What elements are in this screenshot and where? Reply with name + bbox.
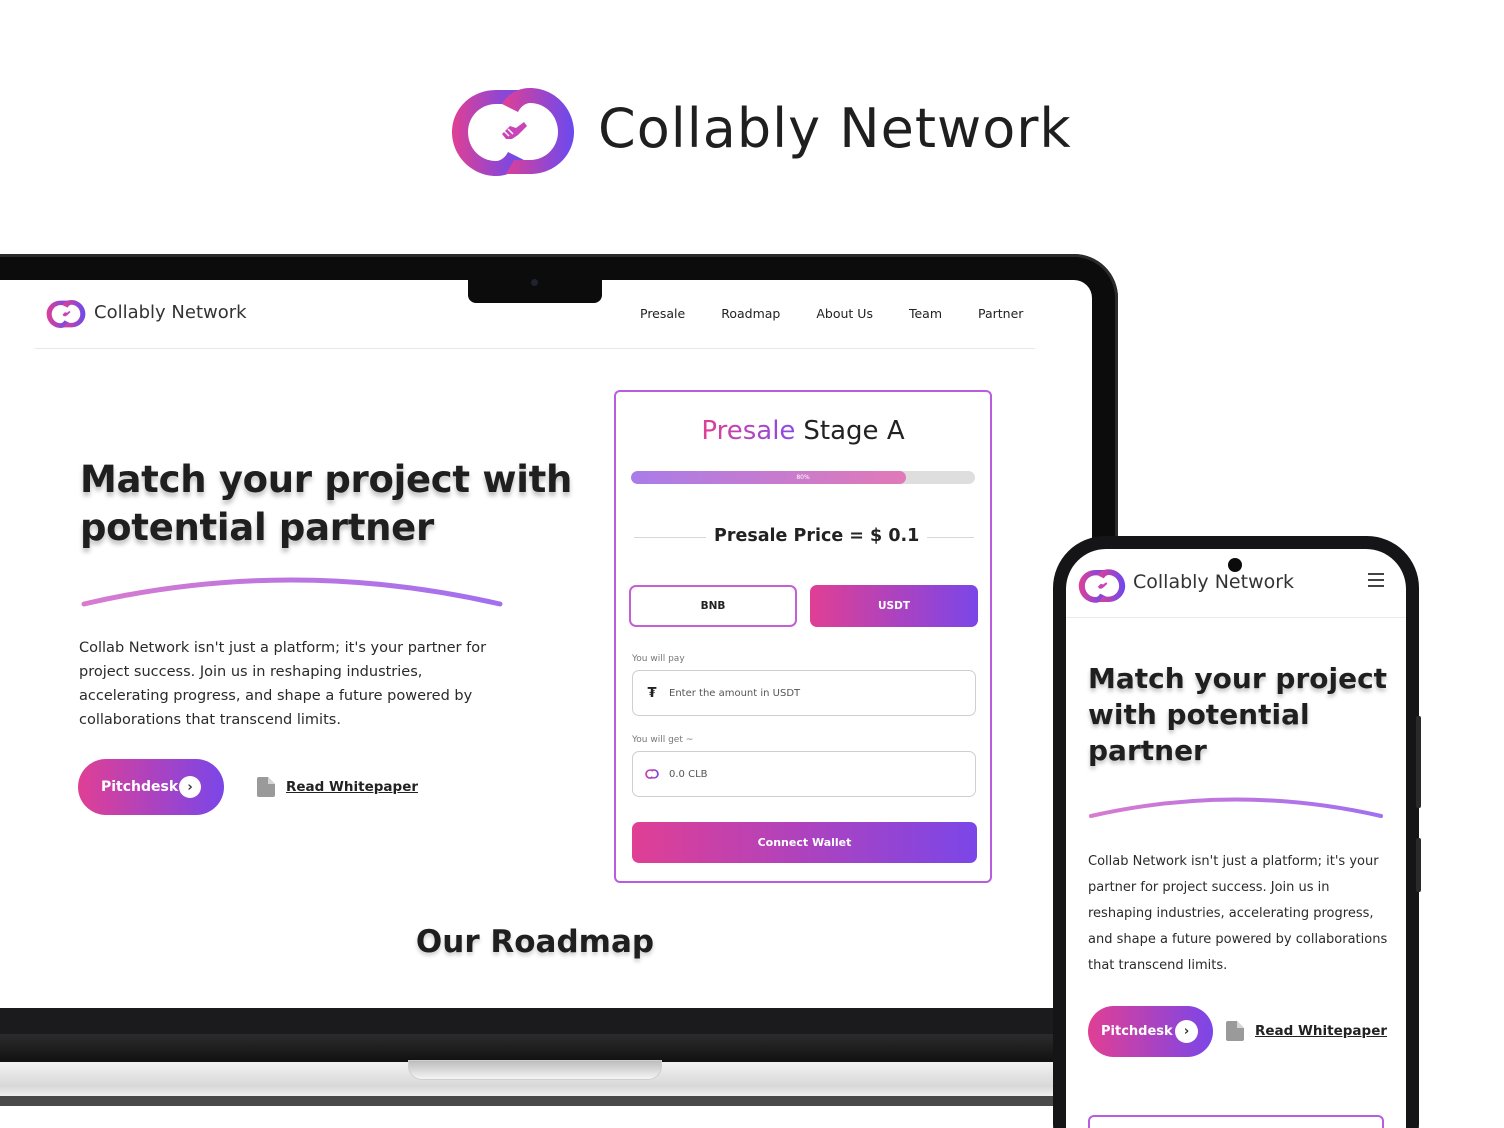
pay-amount-placeholder: Enter the amount in USDT xyxy=(669,687,801,699)
nav-links: Presale Roadmap About Us Team Partner xyxy=(640,306,1059,321)
mobile-hero-underline-arc xyxy=(1089,797,1383,818)
presale-title-stage: Stage A xyxy=(803,416,905,446)
mobile-nav-divider xyxy=(1066,617,1406,618)
token-bnb-button[interactable]: BNB xyxy=(629,585,797,627)
get-amount-value: 0.0 CLB xyxy=(669,768,708,780)
presale-progress-label: 80% xyxy=(796,474,810,481)
hamburger-menu-icon[interactable] xyxy=(1368,573,1384,587)
document-icon xyxy=(257,777,275,797)
mobile-hero-title: Match your project with potential partne… xyxy=(1088,662,1388,767)
laptop-camera xyxy=(531,279,538,286)
nav-logo-text[interactable]: Collably Network xyxy=(94,302,247,323)
tether-icon: ₮ xyxy=(647,685,657,701)
pitchdesk-label: Pitchdesk xyxy=(101,779,179,795)
nav-link-partner[interactable]: Partner xyxy=(978,306,1023,321)
laptop-bottom-bezel xyxy=(0,1008,1060,1034)
presale-progress-bar: 80% xyxy=(631,471,975,484)
mobile-logo-icon[interactable] xyxy=(1078,567,1126,605)
token-usdt-button[interactable]: USDT xyxy=(810,585,978,627)
mobile-pitchdesk-label: Pitchdesk xyxy=(1101,1024,1173,1039)
document-icon xyxy=(1226,1021,1244,1041)
brand-name: Collably Network xyxy=(598,96,1072,160)
phone-screen: Collably Network Match your project with… xyxy=(1066,549,1406,1128)
pay-label: You will pay xyxy=(632,654,685,664)
phone-camera xyxy=(1228,558,1242,572)
mobile-presale-card-edge xyxy=(1088,1115,1384,1128)
nav-link-about-us[interactable]: About Us xyxy=(816,306,873,321)
nav-link-team[interactable]: Team xyxy=(909,306,942,321)
nav-link-roadmap[interactable]: Roadmap xyxy=(721,306,780,321)
laptop-shadow xyxy=(0,1096,1060,1106)
laptop-opening-notch xyxy=(408,1060,662,1080)
hero-description: Collab Network isn't just a platform; it… xyxy=(79,640,487,728)
get-label: You will get ~ xyxy=(632,735,694,745)
nav-link-presale[interactable]: Presale xyxy=(640,306,685,321)
chevron-right-icon: › xyxy=(179,776,201,798)
nav-divider xyxy=(35,348,1035,349)
nav-logo-icon[interactable] xyxy=(46,298,86,330)
presale-title: Presale Stage A xyxy=(616,416,990,446)
mobile-logo-text[interactable]: Collably Network xyxy=(1133,571,1294,593)
read-whitepaper-link[interactable]: Read Whitepaper xyxy=(257,777,418,797)
presale-card: Presale Stage A 80% Presale Price = $ 0.1… xyxy=(614,390,992,883)
mobile-hero-description: Collab Network isn't just a platform; it… xyxy=(1088,854,1388,973)
pay-amount-input[interactable]: ₮ Enter the amount in USDT xyxy=(632,670,976,716)
connect-wallet-button[interactable]: Connect Wallet xyxy=(632,822,977,863)
read-whitepaper-label: Read Whitepaper xyxy=(286,779,419,795)
laptop-screen: Collably Network Presale Roadmap About U… xyxy=(0,280,1092,1008)
presale-title-highlight: Presale xyxy=(701,416,796,446)
mobile-read-whitepaper-label: Read Whitepaper xyxy=(1255,1023,1388,1039)
collably-logo-icon xyxy=(452,88,574,176)
mobile-pitchdesk-button[interactable]: Pitchdesk › xyxy=(1088,1006,1213,1057)
phone-power-button xyxy=(1416,838,1421,892)
hero-title: Match your project with potential partne… xyxy=(80,458,573,549)
brand-header: Collably Network xyxy=(450,82,1072,182)
presale-price: Presale Price = $ 0.1 xyxy=(706,526,928,546)
get-amount-field: 0.0 CLB xyxy=(632,751,976,797)
roadmap-heading: Our Roadmap xyxy=(415,924,655,960)
mobile-read-whitepaper-link[interactable]: Read Whitepaper xyxy=(1226,1021,1387,1041)
chevron-right-icon: › xyxy=(1175,1020,1198,1043)
phone-volume-button xyxy=(1416,716,1421,808)
clb-token-icon xyxy=(645,769,659,779)
pitchdesk-button[interactable]: Pitchdesk › xyxy=(78,759,224,815)
hero-underline-arc xyxy=(81,577,503,607)
